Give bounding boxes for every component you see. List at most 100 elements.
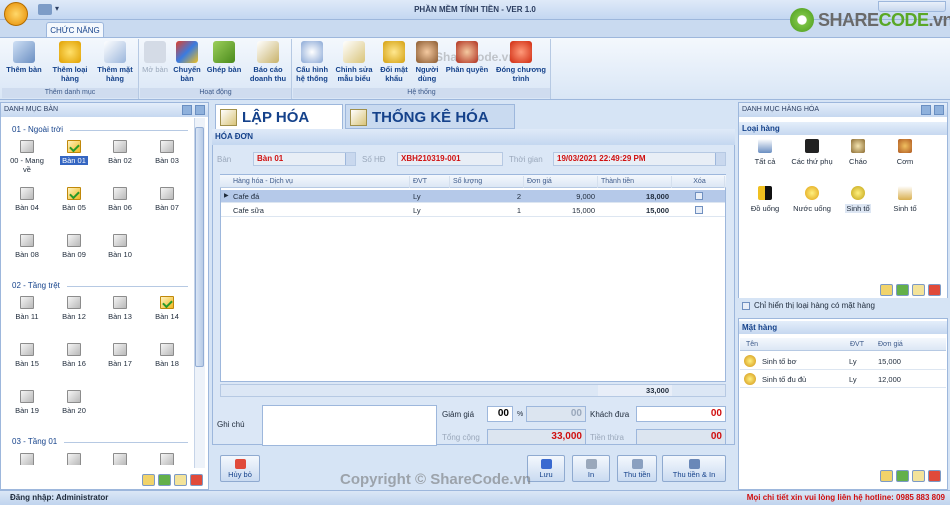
table-item[interactable]: Bàn 12	[54, 296, 94, 321]
quick-access-icon[interactable]	[38, 4, 52, 15]
note-textarea[interactable]	[262, 405, 437, 446]
col-header[interactable]: Xóa	[672, 176, 725, 188]
pin-icon[interactable]	[182, 105, 192, 115]
collect-button[interactable]: Thu tiền	[617, 455, 657, 482]
revenue-report-button[interactable]: Báo cáo doanh thu	[246, 41, 290, 83]
col-header[interactable]: ĐVT	[410, 176, 450, 188]
table-item[interactable]: Bàn 08	[7, 234, 47, 259]
tab-invoice[interactable]: LẬP HÓA ĐƠN	[215, 104, 343, 151]
edit-template-button[interactable]: Chỉnh sửa mẫu biểu	[333, 41, 375, 83]
table-row[interactable]: Cafe sữa Ly 1 15,000 15,000	[221, 204, 725, 217]
col-header[interactable]: Thành tiền	[598, 176, 672, 188]
table-item[interactable]	[100, 453, 140, 465]
delete-icon[interactable]	[928, 284, 941, 296]
time-field[interactable]: 19/03/2021 22:49:29 PM	[553, 152, 726, 166]
cell-unit[interactable]: Ly	[410, 204, 450, 217]
table-item[interactable]: Bàn 17	[100, 343, 140, 368]
merge-table-button[interactable]: Ghép bàn	[204, 41, 244, 74]
col-header[interactable]: Đơn giá	[524, 176, 598, 188]
category-item[interactable]: Sinh tố	[835, 186, 881, 213]
move-table-button[interactable]: Chuyển bàn	[170, 41, 204, 83]
chevron-down-icon[interactable]	[715, 153, 725, 165]
table-item[interactable]: Bàn 11	[7, 296, 47, 321]
table-item[interactable]: Bàn 13	[100, 296, 140, 321]
add-item-button[interactable]: Thêm mặt hàng	[94, 41, 136, 83]
table-item[interactable]: Bàn 05	[54, 187, 94, 212]
delete-icon[interactable]	[928, 470, 941, 482]
app-logo-icon[interactable]	[4, 2, 28, 26]
col-header[interactable]: ĐVT	[847, 339, 877, 351]
discount-input[interactable]: 00	[487, 406, 513, 422]
table-item[interactable]: Bàn 06	[100, 187, 140, 212]
category-item[interactable]: Nước uống	[789, 186, 835, 213]
category-item[interactable]: Sinh tố	[882, 186, 928, 213]
quick-access-dropdown-icon[interactable]: ▾	[55, 4, 59, 13]
change-password-button[interactable]: Đổi mật khẩu	[377, 41, 411, 83]
table-item[interactable]: Bàn 20	[54, 390, 94, 415]
rename-icon[interactable]	[174, 474, 187, 486]
tab-chuc-nang[interactable]: CHỨC NĂNG	[46, 22, 104, 38]
open-table-button[interactable]: Mở bàn	[140, 41, 170, 74]
tab-statistics[interactable]: THỐNG KÊ HÓA ĐƠN	[345, 104, 515, 151]
table-item[interactable]: Bàn 09	[54, 234, 94, 259]
table-item[interactable]: Bàn 19	[7, 390, 47, 415]
col-header[interactable]: Đơn giá	[875, 339, 915, 351]
delete-checkbox[interactable]	[695, 206, 703, 214]
table-item[interactable]: 00 - Mang về	[7, 140, 47, 174]
close-icon[interactable]	[195, 105, 205, 115]
category-item[interactable]: Các thứ phụ	[789, 139, 835, 166]
edit-icon[interactable]	[880, 284, 893, 296]
print-button[interactable]: In	[572, 455, 610, 482]
filter-checkbox[interactable]	[742, 302, 750, 310]
delete-icon[interactable]	[190, 474, 203, 486]
cell-item[interactable]: Cafe đá	[230, 190, 410, 203]
category-item[interactable]: Cháo	[835, 139, 881, 166]
col-header[interactable]: Hàng hóa - Dịch vụ	[230, 176, 410, 188]
cell-price[interactable]: 15,000	[524, 204, 598, 217]
scrollbar-thumb[interactable]	[195, 127, 204, 367]
table-item[interactable]	[7, 453, 47, 465]
rename-icon[interactable]	[912, 284, 925, 296]
table-item[interactable]	[147, 453, 187, 465]
permissions-button[interactable]: Phân quyền	[443, 41, 491, 74]
table-item-selected[interactable]: Bàn 01	[54, 140, 94, 165]
add-icon[interactable]	[896, 470, 909, 482]
chevron-down-icon[interactable]	[345, 153, 355, 165]
category-item[interactable]: Đồ uống	[742, 186, 788, 213]
table-item[interactable]: Bàn 04	[7, 187, 47, 212]
table-item[interactable]: Bàn 02	[100, 140, 140, 165]
category-item[interactable]: Tất cả	[742, 139, 788, 166]
rename-icon[interactable]	[912, 470, 925, 482]
save-button[interactable]: Lưu	[527, 455, 565, 482]
table-item[interactable]: Bàn 16	[54, 343, 94, 368]
cancel-button[interactable]: Hủy bỏ	[220, 455, 260, 482]
col-header[interactable]: Tên	[743, 339, 843, 351]
close-icon[interactable]	[934, 105, 944, 115]
add-table-button[interactable]: Thêm bàn	[4, 41, 44, 74]
collect-print-button[interactable]: Thu tiền & In	[662, 455, 726, 482]
table-item[interactable]	[54, 453, 94, 465]
discount-percent-input[interactable]: 00	[526, 406, 586, 422]
close-program-button[interactable]: Đóng chương trình	[493, 41, 549, 83]
edit-icon[interactable]	[142, 474, 155, 486]
cell-qty[interactable]: 1	[450, 204, 524, 217]
col-header[interactable]: Số lượng	[450, 176, 524, 188]
table-item[interactable]: Bàn 15	[7, 343, 47, 368]
cell-price[interactable]: 9,000	[524, 190, 598, 203]
cell-unit[interactable]: Ly	[410, 190, 450, 203]
add-category-button[interactable]: Thêm loại hàng	[48, 41, 92, 83]
delete-checkbox[interactable]	[695, 192, 703, 200]
users-button[interactable]: Người dùng	[413, 41, 441, 83]
cell-qty[interactable]: 2	[450, 190, 524, 203]
table-item[interactable]: Bàn 10	[100, 234, 140, 259]
table-row[interactable]: ▶ Cafe đá Ly 2 9,000 18,000	[221, 190, 725, 203]
pin-icon[interactable]	[921, 105, 931, 115]
paid-input[interactable]: 00	[636, 406, 726, 422]
table-item[interactable]: Bàn 14	[147, 296, 187, 321]
list-item[interactable]: Sinh tố đu đủ Ly 12,000	[740, 371, 946, 388]
cell-item[interactable]: Cafe sữa	[230, 204, 410, 217]
list-item[interactable]: Sinh tố bơ Ly 15,000	[740, 353, 946, 370]
category-item[interactable]: Cơm	[882, 139, 928, 166]
edit-icon[interactable]	[880, 470, 893, 482]
add-icon[interactable]	[158, 474, 171, 486]
